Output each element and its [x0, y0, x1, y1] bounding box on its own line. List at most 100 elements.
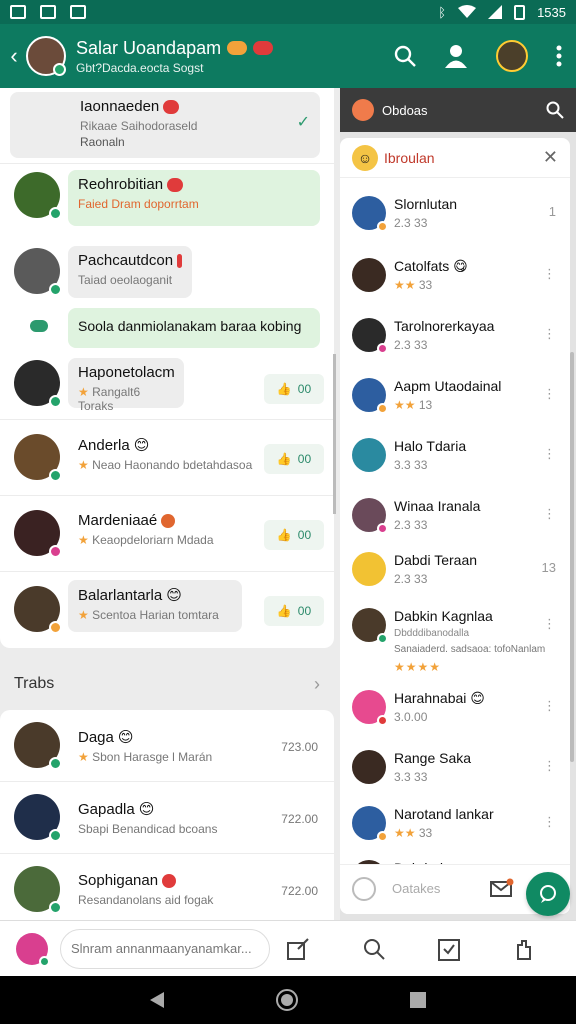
search-icon[interactable]	[362, 937, 386, 961]
emoji-badge	[162, 873, 177, 888]
avatar	[352, 498, 388, 534]
contact-name: Harahnabai 😊	[394, 690, 485, 706]
status-icons-right: ᛒ 1535	[438, 4, 566, 20]
recent-row[interactable]: Gapadla 😊 Sbapi Benandicad bcoans 722.00	[0, 782, 334, 854]
like-button[interactable]: 👍 00	[264, 444, 324, 474]
chat-name: Mardeniaaé	[78, 512, 158, 529]
chat-preview: Keaopdeloriarn Mdada	[92, 533, 214, 547]
thumbs-up-icon: 👍	[276, 382, 292, 396]
edit-icon[interactable]	[286, 937, 310, 961]
contact-extra: Sanaiaderd. sadsaoa: tofoNanlam	[394, 644, 546, 655]
chat-name: Anderla	[78, 436, 130, 454]
recent-time: 722.00	[281, 884, 318, 898]
emoji-icon: 😋	[453, 258, 468, 274]
panel-input[interactable]: Oatakes	[392, 881, 440, 896]
star-icon: ★★	[394, 398, 416, 412]
star-icon: ★	[78, 385, 89, 399]
chat-row[interactable]: Anderla 😊 ★ Neao Haonando bdetahdasoa 👍 00	[0, 420, 334, 496]
back-arrow-icon[interactable]: ‹	[4, 43, 24, 69]
chat-name: Haponetolacm	[78, 364, 175, 381]
status-badge	[377, 715, 388, 726]
more-options-icon[interactable]: ⋮	[543, 386, 556, 402]
chat-preview: Rikaae Saihodoraseld	[80, 119, 198, 133]
avatar[interactable]	[26, 36, 66, 76]
chat-bubble: Pachcautdcon Taiad oeolaoganit	[68, 246, 192, 298]
emoji-icon[interactable]	[352, 877, 376, 901]
chat-row[interactable]: Haponetolacm ★ Rangalt6 Toraks 👍 00	[0, 350, 334, 420]
star-icon: ★★	[394, 826, 416, 840]
like-count: 00	[297, 382, 312, 396]
close-icon[interactable]: ✕	[543, 147, 558, 168]
composer-bar: Slnram annanmaanyanamkar...	[0, 920, 576, 976]
message-input[interactable]: Slnram annanmaanyanamkar...	[60, 928, 270, 969]
chat-row[interactable]: Iaonnaeden Rikaae Saihodoraseld Raonaln …	[0, 88, 334, 164]
status-badge	[377, 633, 388, 644]
hand-icon[interactable]	[512, 937, 534, 961]
more-options-icon[interactable]: ⋮	[543, 758, 556, 774]
more-options-icon[interactable]: ⋮	[543, 446, 556, 462]
inbox-icon[interactable]	[438, 937, 460, 961]
like-count: 00	[297, 528, 312, 542]
filter-chip[interactable]: ☺ Ibroulan ✕	[340, 138, 570, 178]
chat-bubble: Iaonnaeden Rikaae Saihodoraseld Raonaln …	[10, 92, 320, 158]
more-options-icon[interactable]: ⋮	[543, 698, 556, 714]
status-badge	[49, 829, 62, 842]
person-icon[interactable]	[444, 43, 468, 69]
scrollbar[interactable]	[570, 352, 574, 762]
message-row[interactable]: Soola danmiolanakam baraa kobing	[0, 306, 334, 350]
chat-preview: Faied Dram doporrtam	[78, 197, 199, 211]
search-icon[interactable]	[546, 101, 564, 119]
recent-row[interactable]: Daga 😊 ★ Sbon Harasge l Marán 723.00	[0, 710, 334, 782]
new-chat-button[interactable]	[526, 872, 570, 916]
contact-meta: 3.0.00	[394, 710, 428, 724]
more-options-icon[interactable]: ⋮	[543, 506, 556, 522]
star-icon: ★	[78, 533, 89, 547]
contact-count[interactable]: 1	[549, 204, 556, 219]
section-header[interactable]: Trabs ›	[0, 668, 334, 700]
avatar	[352, 552, 386, 586]
avatar	[352, 806, 388, 842]
more-options-icon[interactable]: ⋮	[543, 326, 556, 342]
contact-meta: 2.3 33	[394, 338, 428, 352]
more-options-icon[interactable]: ⋮	[543, 814, 556, 830]
unread-badge	[167, 177, 184, 192]
more-options-icon[interactable]: ⋮	[543, 266, 556, 282]
chat-name: Iaonnaeden	[80, 98, 160, 115]
chat-preview: Scentoa Harian tomtara	[92, 608, 219, 622]
contact-meta: 2.3 33	[394, 572, 428, 586]
status-badge	[377, 523, 388, 534]
profile-avatar[interactable]	[496, 40, 528, 72]
recent-preview: Sbapi Benandicad bcoans	[78, 822, 218, 836]
chat-row[interactable]: Pachcautdcon Taiad oeolaoganit	[0, 244, 334, 314]
recents-icon[interactable]	[409, 991, 427, 1009]
home-icon[interactable]	[275, 988, 299, 1012]
contacts-list[interactable]: ☺ Ibroulan ✕ Slornlutan 2.3 33 1 Catolfa…	[340, 138, 570, 914]
avatar[interactable]	[16, 932, 50, 967]
back-icon[interactable]	[149, 991, 165, 1009]
search-icon[interactable]	[394, 45, 416, 67]
recent-row[interactable]: Sophiganan Resandanolans aid fogak 722.0…	[0, 854, 334, 920]
more-options-icon[interactable]	[556, 45, 562, 67]
chat-name: Pachcautdcon	[78, 252, 174, 269]
mail-icon[interactable]	[490, 878, 514, 898]
panel-header: Obdoas	[340, 88, 576, 132]
conversation-title[interactable]: Salar Uoandapam Gbt?Dacda.eocta Sogst	[76, 38, 274, 75]
chat-row[interactable]: Balarlantarla 😊 ★ Scentoa Harian tomtara …	[0, 572, 334, 648]
contact-meta: 3.3 33	[394, 770, 428, 784]
contact-meta: ★★ 33	[394, 278, 433, 292]
scrollbar[interactable]	[333, 354, 336, 514]
contact-count[interactable]: 13	[542, 560, 556, 575]
chat-row[interactable]: Reohrobitian Faied Dram doporrtam	[0, 164, 334, 244]
recent-time: 722.00	[281, 812, 318, 826]
like-button[interactable]: 👍 00	[264, 520, 324, 550]
panel-avatar	[352, 99, 374, 121]
chat-row[interactable]: Mardeniaaé ★ Keaopdeloriarn Mdada 👍 00	[0, 496, 334, 572]
like-button[interactable]: 👍 00	[264, 374, 324, 404]
recent-card: Daga 😊 ★ Sbon Harasge l Marán 723.00 Gapa…	[0, 710, 334, 920]
chat-list[interactable]: Iaonnaeden Rikaae Saihodoraseld Raonaln …	[0, 88, 334, 920]
chat-preview: Taiad oeolaoganit	[78, 273, 173, 287]
chevron-right-icon[interactable]: ›	[314, 674, 320, 695]
online-badge	[53, 63, 66, 76]
like-button[interactable]: 👍 00	[264, 596, 324, 626]
more-options-icon[interactable]: ⋮	[543, 616, 556, 632]
